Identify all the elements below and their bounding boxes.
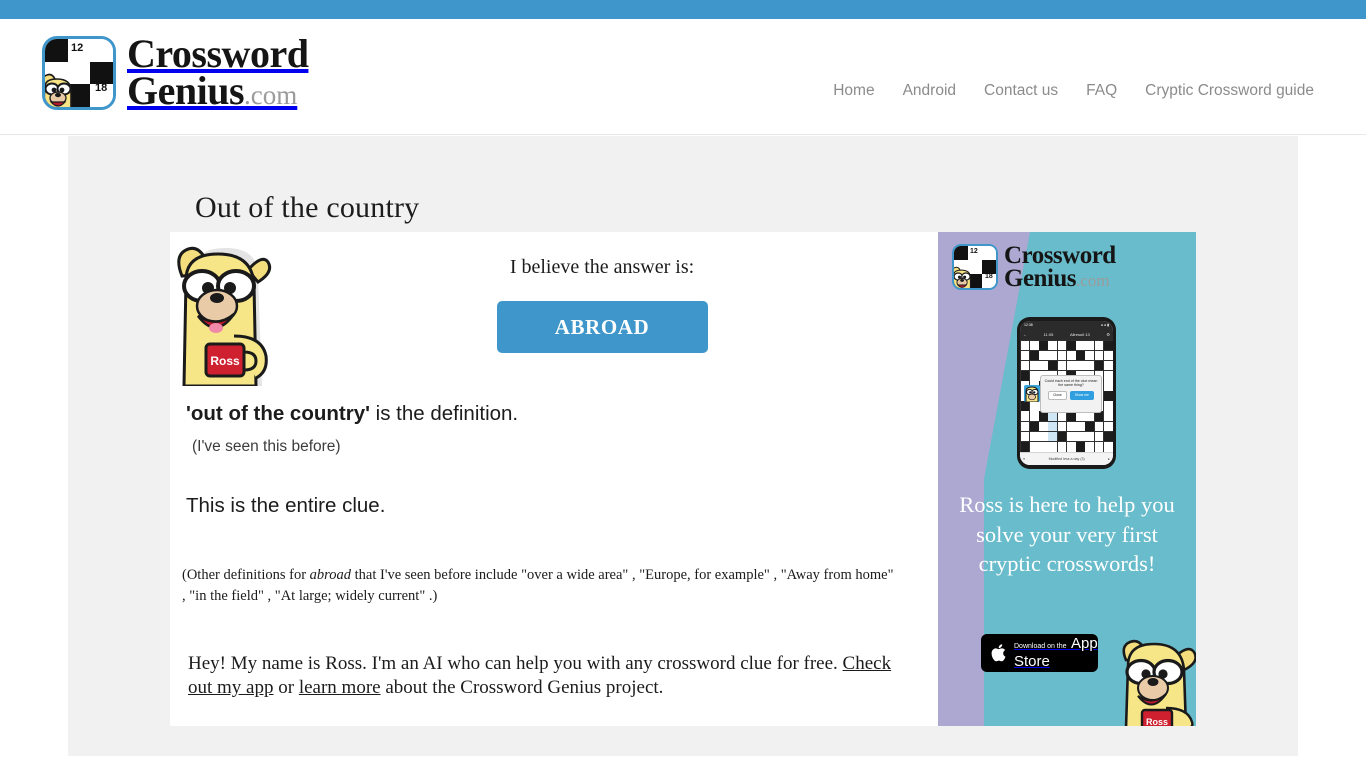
phone-next-icon: ▸ bbox=[1108, 457, 1110, 461]
other-definitions-prefix: (Other definitions for bbox=[182, 567, 310, 583]
app-store-text: Download on the App Store bbox=[1014, 635, 1098, 671]
answer-zone: I believe the answer is: ABROAD bbox=[392, 256, 812, 353]
ross-bio-paragraph: Hey! My name is Ross. I'm an AI who can … bbox=[188, 652, 904, 701]
crossword-grid-logo-icon: 12 18 bbox=[952, 244, 998, 290]
phone-ross-avatar-icon bbox=[1024, 385, 1040, 402]
top-accent-bar bbox=[0, 0, 1366, 19]
phone-screen: 12:38 ● ● ▮ ← 11:05 Allresult 13 ⚙ Could… bbox=[1020, 321, 1113, 465]
definition-line: 'out of the country' is the definition. bbox=[186, 402, 518, 426]
ross-mascot-small-icon bbox=[45, 73, 72, 107]
phone-status-bar: 12:38 ● ● ▮ bbox=[1020, 321, 1113, 329]
ross-mascot-icon: Ross bbox=[177, 246, 272, 386]
svg-text:Ross: Ross bbox=[1146, 717, 1168, 726]
grid-number-18: 18 bbox=[985, 273, 993, 280]
nav-contact-us[interactable]: Contact us bbox=[984, 82, 1058, 100]
app-store-large-text: App Store bbox=[1014, 635, 1098, 670]
other-definitions-word: abroad bbox=[309, 567, 352, 583]
site-logo-text: Crossword Genius.com bbox=[127, 34, 309, 113]
grid-number-12: 12 bbox=[71, 42, 84, 54]
answer-card: Ross I believe the answer is: ABROAD 'ou… bbox=[170, 232, 1196, 726]
other-definitions-note: (Other definitions for abroad that I've … bbox=[182, 565, 894, 606]
promo-headline: Ross is here to help you solve your very… bbox=[959, 492, 1175, 577]
promo-logo-suffix: .com bbox=[1076, 271, 1110, 290]
phone-hint-dialog: Could each end of the clue mean the same… bbox=[1040, 375, 1102, 413]
logo-suffix: .com bbox=[244, 80, 298, 110]
phone-status-icons: ● ● ▮ bbox=[1100, 323, 1109, 327]
nav-home[interactable]: Home bbox=[833, 82, 874, 100]
page-body: Out of the country Ross I believe the an… bbox=[68, 136, 1298, 756]
site-logo-link[interactable]: 12 18 Crossword Genius.com bbox=[42, 34, 309, 113]
app-store-badge[interactable]: Download on the App Store bbox=[981, 634, 1098, 672]
ross-mascot-promo-icon: Ross bbox=[1122, 639, 1196, 726]
site-header: 12 18 Crossword Genius.com Home Android bbox=[0, 19, 1366, 135]
phone-status-time: 12:38 bbox=[1024, 323, 1033, 327]
ross-mascot-small-icon bbox=[954, 266, 971, 288]
promo-logo: 12 18 Crossword Genius.com bbox=[952, 242, 1116, 292]
phone-menu-icon: ≡ bbox=[1023, 457, 1026, 461]
entire-clue-line: This is the entire clue. bbox=[186, 494, 386, 517]
grid-number-12: 12 bbox=[970, 248, 978, 255]
definition-quote: 'out of the country' bbox=[186, 402, 370, 425]
logo-line-2: Genius bbox=[127, 68, 245, 113]
ross-bio-part-1: Hey! My name is Ross. I'm an AI who can … bbox=[188, 653, 843, 674]
nav-android[interactable]: Android bbox=[903, 82, 956, 100]
phone-mockup: 12:38 ● ● ▮ ← 11:05 Allresult 13 ⚙ Could… bbox=[1017, 317, 1116, 469]
promo-logo-text: Crossword Genius.com bbox=[1004, 242, 1116, 292]
apple-icon bbox=[991, 644, 1006, 662]
app-promo-panel[interactable]: 12 18 Crossword Genius.com 12:38 ● ● ▮ ←… bbox=[938, 232, 1196, 726]
nav-faq[interactable]: FAQ bbox=[1086, 82, 1117, 100]
phone-bar-title: Allresult 13 bbox=[1069, 332, 1090, 337]
learn-more-link[interactable]: learn more bbox=[299, 677, 381, 698]
promo-logo-line-2: Genius bbox=[1004, 265, 1077, 292]
app-store-small-text: Download on the bbox=[1014, 643, 1067, 650]
phone-back-icon: ← bbox=[1023, 332, 1027, 337]
nav-cryptic-crossword-guide[interactable]: Cryptic Crossword guide bbox=[1145, 82, 1314, 100]
phone-settings-icon: ⚙ bbox=[1106, 332, 1110, 337]
phone-app-bar: ← 11:05 Allresult 13 ⚙ bbox=[1020, 329, 1113, 340]
phone-footer-label: Modified less a day (3) bbox=[1048, 457, 1085, 461]
phone-bar-left-label: 11:05 bbox=[1043, 332, 1054, 337]
phone-footer-bar: ≡ Modified less a day (3) ▸ bbox=[1020, 452, 1113, 465]
phone-dialog-close-button[interactable]: Close bbox=[1048, 390, 1067, 401]
answer-lead-text: I believe the answer is: bbox=[509, 256, 695, 278]
answer-card-main: Ross I believe the answer is: ABROAD 'ou… bbox=[170, 232, 938, 726]
ross-bio-mid: or bbox=[273, 677, 299, 699]
definition-tail: is the definition. bbox=[369, 402, 519, 425]
phone-dialog-text: Could each end of the clue mean the same… bbox=[1044, 379, 1098, 388]
crossword-grid-logo-icon: 12 18 bbox=[42, 36, 116, 110]
grid-number-18: 18 bbox=[95, 82, 108, 94]
phone-dialog-confirm-button[interactable]: Show me bbox=[1069, 390, 1094, 401]
main-navigation: Home Android Contact us FAQ Cryptic Cros… bbox=[833, 82, 1314, 100]
seen-before-note: (I've seen this before) bbox=[192, 438, 341, 455]
svg-text:Ross: Ross bbox=[210, 354, 240, 368]
ross-bio-part-2: about the Crossword Genius project. bbox=[380, 677, 664, 699]
promo-logo-line-1: Crossword bbox=[1004, 242, 1116, 269]
answer-button[interactable]: ABROAD bbox=[496, 301, 708, 353]
page-title: Out of the country bbox=[195, 191, 420, 225]
